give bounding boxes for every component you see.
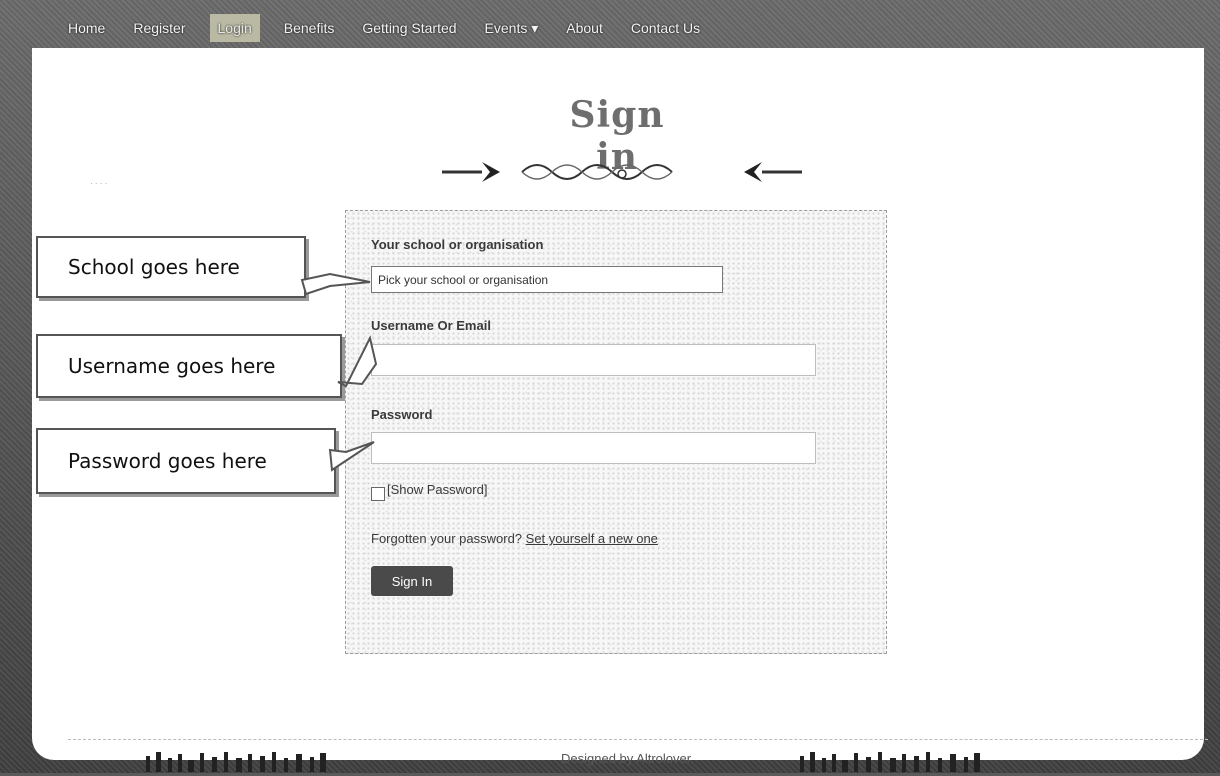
footer-divider xyxy=(68,739,1208,740)
username-callout-text: Username goes here xyxy=(68,354,276,378)
username-input[interactable] xyxy=(371,344,816,376)
show-password-checkbox[interactable] xyxy=(371,487,385,501)
sign-in-form: Your school or organisation Pick your sc… xyxy=(345,210,887,654)
forgot-password-text: Forgotten your password? Set yourself a … xyxy=(371,531,658,546)
school-callout-arrow-icon xyxy=(300,272,371,296)
username-label: Username Or Email xyxy=(371,318,491,333)
password-callout-arrow-icon xyxy=(328,441,375,472)
top-navigation: Home Register Login Benefits Getting Sta… xyxy=(20,10,1205,46)
username-callout: Username goes here xyxy=(36,334,342,398)
school-select[interactable]: Pick your school or organisation xyxy=(371,266,723,293)
username-callout-arrow-icon xyxy=(337,335,378,388)
password-label: Password xyxy=(371,407,433,422)
nav-home[interactable]: Home xyxy=(64,14,109,42)
nav-register[interactable]: Register xyxy=(129,14,189,42)
show-password-label: [Show Password] xyxy=(387,482,488,497)
footer-silhouette-left-icon xyxy=(146,752,326,772)
footer-silhouette-right-icon xyxy=(800,752,980,772)
nav-events[interactable]: Events ▾ xyxy=(481,14,543,43)
title-ornament-icon xyxy=(442,162,802,182)
nav-getting-started[interactable]: Getting Started xyxy=(358,14,460,42)
nav-about[interactable]: About xyxy=(562,14,607,42)
password-callout-text: Password goes here xyxy=(68,449,267,473)
sign-in-button[interactable]: Sign In xyxy=(371,566,453,596)
decorative-dots: · · · · xyxy=(90,179,108,188)
school-callout: School goes here xyxy=(36,236,306,298)
password-callout: Password goes here xyxy=(36,428,336,494)
reset-password-link[interactable]: Set yourself a new one xyxy=(526,531,658,546)
content-panel: · · · · Sign in Your school or organisat… xyxy=(32,48,1208,772)
nav-contact-us[interactable]: Contact Us xyxy=(627,14,704,42)
school-label: Your school or organisation xyxy=(371,237,544,252)
password-input[interactable] xyxy=(371,432,816,464)
school-callout-text: School goes here xyxy=(68,255,240,279)
footer-credit: Designed by Altrolover. xyxy=(561,751,694,766)
nav-benefits[interactable]: Benefits xyxy=(280,14,339,42)
nav-login[interactable]: Login xyxy=(209,14,260,42)
forgot-password-prompt: Forgotten your password? xyxy=(371,531,523,546)
